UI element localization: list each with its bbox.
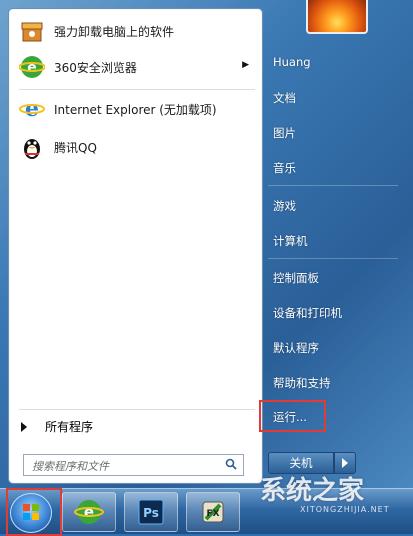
games-link[interactable]: 游戏 bbox=[273, 198, 296, 214]
taskbar-360-browser[interactable]: e bbox=[62, 492, 116, 532]
360-browser-icon: e bbox=[74, 500, 104, 524]
user-name-link[interactable]: Huang bbox=[273, 55, 311, 69]
app-icon: FX bbox=[202, 501, 224, 523]
separator bbox=[268, 258, 398, 259]
watermark-subtext: XITONGZHIJIA.NET bbox=[300, 505, 390, 514]
devices-printers-link[interactable]: 设备和打印机 bbox=[273, 305, 342, 321]
program-item-uninstaller[interactable]: 强力卸载电脑上的软件 bbox=[13, 13, 259, 49]
separator bbox=[19, 409, 255, 410]
computer-link[interactable]: 计算机 bbox=[273, 233, 308, 249]
music-link[interactable]: 音乐 bbox=[273, 160, 296, 176]
svg-text:e: e bbox=[25, 96, 39, 122]
uninstall-box-icon bbox=[18, 17, 46, 45]
search-icon[interactable] bbox=[225, 458, 237, 473]
user-avatar[interactable] bbox=[306, 0, 368, 34]
taskbar-photoshop[interactable]: Ps bbox=[124, 492, 178, 532]
program-label: 强力卸载电脑上的软件 bbox=[54, 24, 175, 39]
start-highlight-box bbox=[6, 488, 62, 536]
watermark-logo: 系统之家 bbox=[260, 476, 365, 506]
program-label: 腾讯QQ bbox=[54, 140, 97, 155]
documents-link[interactable]: 文档 bbox=[273, 90, 296, 106]
qq-penguin-icon bbox=[18, 133, 46, 161]
taskbar-app[interactable]: FX bbox=[186, 492, 240, 532]
internet-explorer-icon: e bbox=[18, 95, 46, 123]
program-item-qq[interactable]: 腾讯QQ bbox=[13, 129, 259, 165]
program-item-internet-explorer[interactable]: e Internet Explorer (无加载项) bbox=[13, 91, 259, 127]
svg-text:Ps: Ps bbox=[143, 506, 159, 520]
all-programs-label: 所有程序 bbox=[45, 420, 94, 434]
separator bbox=[268, 185, 398, 186]
all-programs-button[interactable]: 所有程序 bbox=[21, 418, 93, 435]
default-programs-link[interactable]: 默认程序 bbox=[273, 340, 319, 356]
submenu-arrow-icon[interactable]: ▶ bbox=[242, 60, 249, 70]
program-label: 360安全浏览器 bbox=[54, 60, 137, 75]
run-highlight-box bbox=[259, 400, 326, 432]
program-item-360-browser[interactable]: e 360安全浏览器 ▶ bbox=[13, 49, 259, 85]
expand-arrow-icon bbox=[21, 421, 27, 432]
svg-text:e: e bbox=[84, 503, 94, 521]
search-placeholder: 搜索程序和文件 bbox=[32, 460, 109, 473]
start-menu-programs-panel: 强力卸载电脑上的软件 e 360安全浏览器 ▶ e Internet Explo… bbox=[8, 8, 263, 484]
search-input[interactable]: 搜索程序和文件 bbox=[23, 454, 244, 476]
separator bbox=[19, 89, 255, 90]
360-browser-icon: e bbox=[18, 53, 46, 81]
pictures-link[interactable]: 图片 bbox=[273, 125, 296, 141]
help-support-link[interactable]: 帮助和支持 bbox=[273, 375, 331, 391]
program-label: Internet Explorer (无加载项) bbox=[54, 102, 217, 117]
svg-text:FX: FX bbox=[206, 509, 219, 519]
photoshop-icon: Ps bbox=[138, 499, 164, 525]
control-panel-link[interactable]: 控制面板 bbox=[273, 270, 319, 286]
